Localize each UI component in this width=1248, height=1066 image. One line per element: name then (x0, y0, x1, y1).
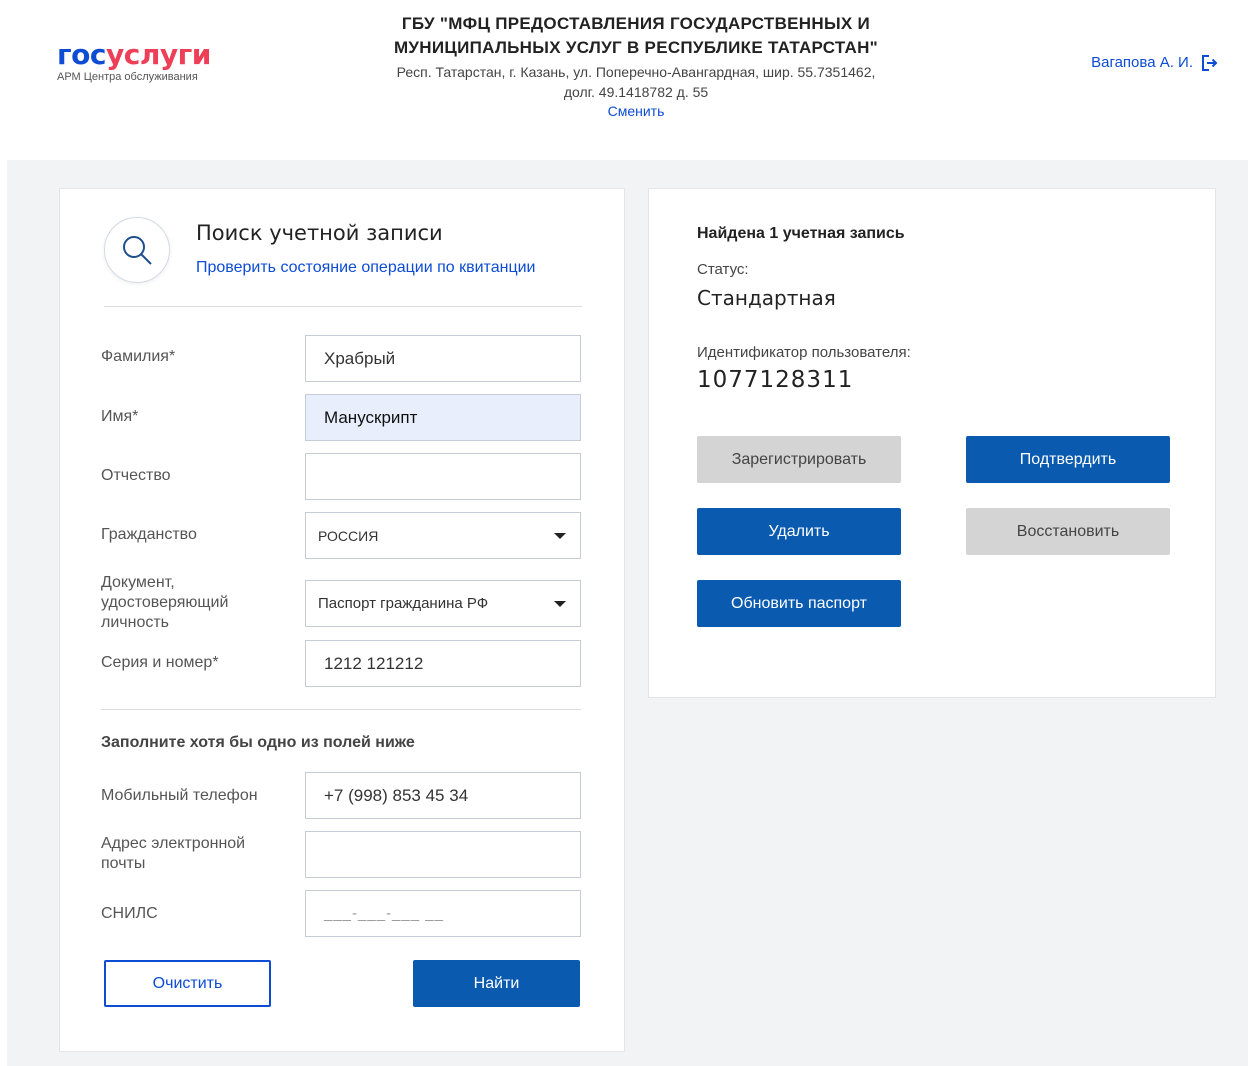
citizenship-select[interactable]: РОССИЯ (305, 512, 581, 559)
search-card: Поиск учетной записи Проверить состояние… (59, 188, 625, 1052)
search-title: Поиск учетной записи (196, 221, 443, 245)
find-button[interactable]: Найти (413, 960, 580, 1007)
search-header: Поиск учетной записи Проверить состояние… (104, 217, 582, 307)
clear-button[interactable]: Очистить (104, 960, 271, 1007)
snils-label: СНИЛС (101, 905, 158, 922)
citizenship-value: РОССИЯ (318, 527, 379, 544)
contact-hint: Заполните хотя бы одно из полей ниже (101, 734, 415, 751)
delete-button[interactable]: Удалить (697, 508, 901, 555)
document-label: Документ, удостоверяющий личность (101, 574, 229, 631)
citizenship-label: Гражданство (101, 526, 197, 543)
restore-button[interactable]: Восстановить (966, 508, 1170, 555)
confirm-button[interactable]: Подтвердить (966, 436, 1170, 483)
gosuslugi-logo[interactable]: госуслуги АРМ Центра обслуживания (57, 38, 211, 84)
first-name-field[interactable]: Манускрипт (305, 394, 581, 441)
last-name-label: Фамилия* (101, 348, 176, 365)
first-name-label: Имя* (101, 408, 139, 425)
status-value: Стандартная (697, 286, 836, 310)
user-name[interactable]: Вагапова А. И. (1091, 54, 1193, 71)
series-number-label: Серия и номер* (101, 654, 219, 671)
status-label: Статус: (697, 261, 749, 278)
document-select[interactable]: Паспорт гражданина РФ (305, 580, 581, 627)
change-organization-link[interactable]: Сменить (340, 102, 932, 120)
main-content: Поиск учетной записи Проверить состояние… (7, 160, 1248, 1066)
logo-wordmark: госуслуги (57, 38, 211, 71)
user-id-value: 1077128311 (697, 367, 854, 393)
register-button[interactable]: Зарегистрировать (697, 436, 901, 483)
update-passport-button[interactable]: Обновить паспорт (697, 580, 901, 627)
document-value: Паспорт гражданина РФ (318, 595, 489, 612)
email-field[interactable] (305, 831, 581, 878)
snils-field[interactable]: ___-___-___ __ (305, 890, 581, 937)
user-logout[interactable]: Вагапова А. И. (1091, 54, 1218, 71)
middle-name-label: Отчество (101, 467, 171, 484)
result-card: Найдена 1 учетная запись Статус: Стандар… (648, 188, 1216, 698)
check-receipt-link[interactable]: Проверить состояние операции по квитанци… (196, 259, 535, 277)
organization-info: ГБУ "МФЦ ПРЕДОСТАВЛЕНИЯ ГОСУДАРСТВЕННЫХ … (340, 12, 932, 120)
logout-icon[interactable] (1201, 54, 1218, 71)
logo-subtitle: АРМ Центра обслуживания (57, 71, 198, 83)
phone-field[interactable]: +7 (998) 853 45 34 (305, 772, 581, 819)
search-icon (104, 217, 170, 283)
chevron-down-icon (554, 600, 566, 607)
last-name-field[interactable]: Храбрый (305, 335, 581, 382)
user-id-label: Идентификатор пользователя: (697, 344, 911, 361)
header: госуслуги АРМ Центра обслуживания ГБУ "М… (0, 0, 1248, 160)
organization-address: Респ. Татарстан, г. Казань, ул. Поперечн… (396, 64, 876, 100)
email-label: Адрес электронной почты (101, 835, 246, 872)
divider (101, 709, 581, 710)
result-title: Найдена 1 учетная запись (697, 225, 905, 242)
organization-title: ГБУ "МФЦ ПРЕДОСТАВЛЕНИЯ ГОСУДАРСТВЕННЫХ … (393, 14, 879, 57)
phone-label: Мобильный телефон (101, 787, 258, 804)
middle-name-field[interactable] (305, 453, 581, 500)
series-number-field[interactable]: 1212 121212 (305, 640, 581, 687)
chevron-down-icon (554, 532, 566, 539)
